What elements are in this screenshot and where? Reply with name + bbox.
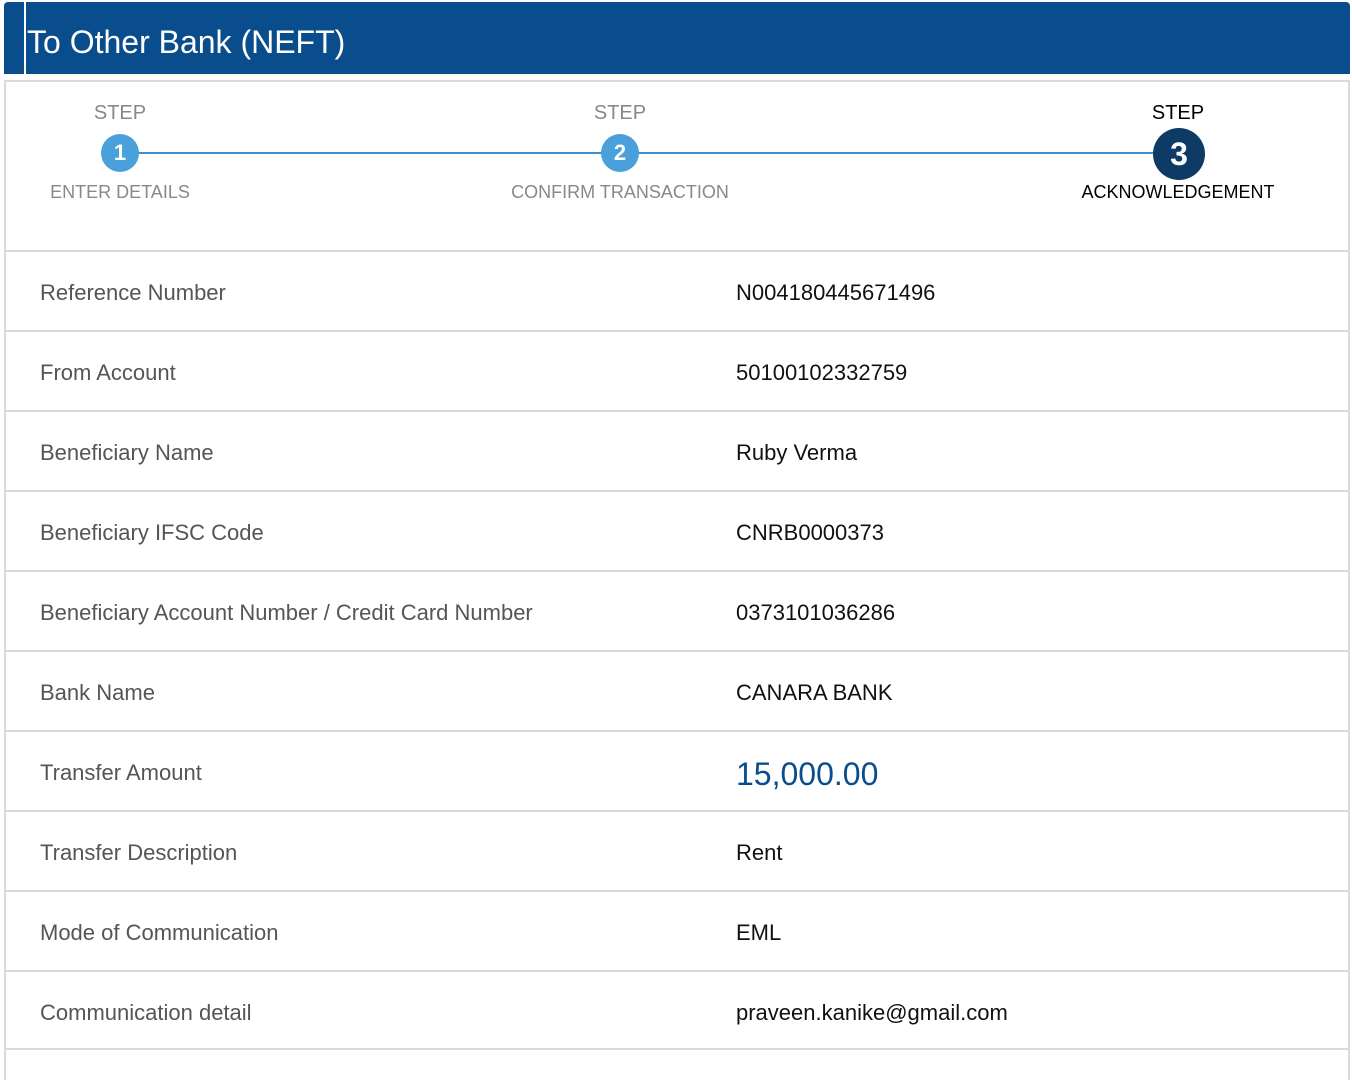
step-prefix: STEP: [93, 102, 147, 124]
progress-stepper: STEP 1 ENTER DETAILS STEP 2 CONFIRM TRAN…: [6, 80, 1348, 250]
page-title: To Other Bank (NEFT): [27, 24, 346, 60]
detail-row-from-account: From Account 50100102332759: [6, 330, 1348, 410]
detail-row-communication-detail: Communication detail praveen.kanike@gmai…: [6, 970, 1348, 1050]
detail-label: Beneficiary Account Number / Credit Card…: [40, 600, 533, 625]
detail-value: N004180445671496: [736, 280, 936, 305]
step-number-badge: 2: [601, 134, 639, 172]
acknowledgement-panel: STEP 1 ENTER DETAILS STEP 2 CONFIRM TRAN…: [4, 80, 1350, 1080]
detail-row-beneficiary-account: Beneficiary Account Number / Credit Card…: [6, 570, 1348, 650]
detail-row-beneficiary-name: Beneficiary Name Ruby Verma: [6, 410, 1348, 490]
detail-label: Beneficiary Name: [40, 440, 214, 465]
detail-label: Bank Name: [40, 680, 155, 705]
detail-label: Beneficiary IFSC Code: [40, 520, 264, 545]
detail-label: Transfer Amount: [40, 760, 202, 785]
transaction-details-table: Reference Number N004180445671496 From A…: [6, 250, 1348, 1050]
detail-row-bank-name: Bank Name CANARA BANK: [6, 650, 1348, 730]
detail-label: Communication detail: [40, 1000, 252, 1025]
detail-label: Transfer Description: [40, 840, 238, 865]
step-label: ACKNOWLEDGEMENT: [1081, 182, 1275, 202]
detail-value: praveen.kanike@gmail.com: [736, 1000, 1008, 1025]
step-label: ENTER DETAILS: [50, 182, 190, 202]
detail-row-ifsc-code: Beneficiary IFSC Code CNRB0000373: [6, 490, 1348, 570]
detail-value: EML: [736, 920, 782, 945]
detail-row-transfer-amount: Transfer Amount 15,000.00: [6, 730, 1348, 810]
step-number-badge-active: 3: [1153, 128, 1205, 180]
detail-value: Ruby Verma: [736, 440, 858, 465]
step-number-badge: 1: [101, 134, 139, 172]
step-prefix: STEP: [1151, 102, 1205, 124]
detail-label: Reference Number: [40, 280, 226, 305]
detail-value: Rent: [736, 840, 783, 865]
stepper-connector-line: [120, 152, 1180, 154]
detail-row-communication-mode: Mode of Communication EML: [6, 890, 1348, 970]
transfer-amount-value: 15,000.00: [736, 756, 879, 792]
detail-value: CNRB0000373: [736, 520, 884, 545]
detail-label: Mode of Communication: [40, 920, 279, 945]
header-accent-bar: [24, 2, 26, 74]
detail-label: From Account: [40, 360, 176, 385]
detail-row-transfer-description: Transfer Description Rent: [6, 810, 1348, 890]
detail-value: CANARA BANK: [736, 680, 893, 705]
step-label: CONFIRM TRANSACTION: [511, 182, 729, 202]
detail-row-reference-number: Reference Number N004180445671496: [6, 250, 1348, 330]
page-header: To Other Bank (NEFT): [4, 2, 1350, 74]
detail-value: 0373101036286: [736, 600, 896, 625]
detail-value: 50100102332759: [736, 360, 908, 385]
step-prefix: STEP: [593, 102, 647, 124]
